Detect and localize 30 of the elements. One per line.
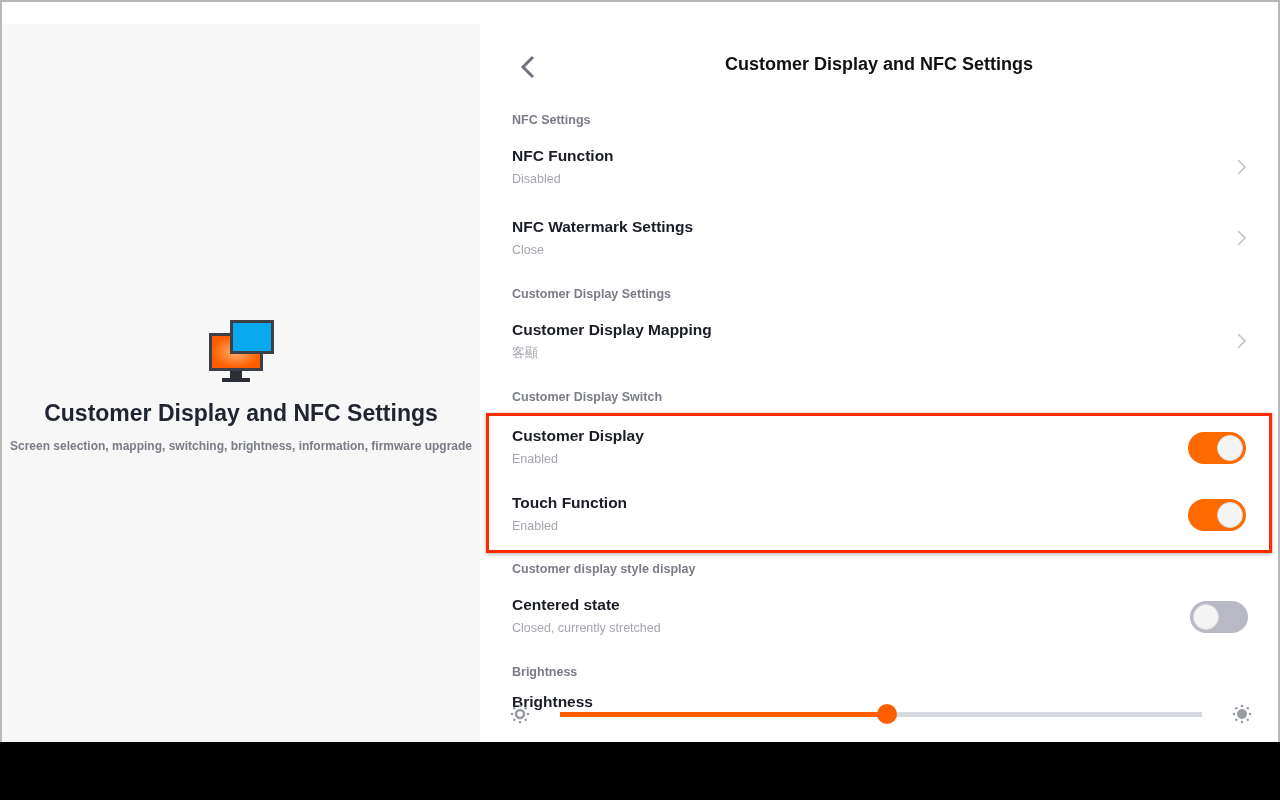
setting-value: 客顯 xyxy=(512,345,539,362)
setting-title: Brightness xyxy=(512,692,593,712)
toggle-switch[interactable] xyxy=(1188,499,1246,531)
setting-value: Closed, currently stretched xyxy=(512,620,662,637)
page-title: Customer Display and NFC Settings xyxy=(724,52,1034,76)
setting-title: NFC Watermark Settings xyxy=(512,217,695,237)
back-icon xyxy=(520,54,536,79)
section-heading: NFC Settings xyxy=(511,112,592,129)
chevron-right-icon[interactable] xyxy=(1236,333,1246,349)
section-heading: Brightness xyxy=(511,664,579,681)
toggle-switch[interactable] xyxy=(1188,432,1246,464)
chevron-right-icon[interactable] xyxy=(1236,159,1246,175)
setting-title: Customer Display xyxy=(512,426,645,446)
setting-title: Touch Function xyxy=(512,493,629,513)
section-heading: Customer Display Switch xyxy=(511,389,664,406)
bright-sun-icon xyxy=(1232,704,1252,724)
intro-subtitle: Screen selection, mapping, switching, brightness, information, firmware upgrade xyxy=(9,437,473,455)
toggle-switch[interactable] xyxy=(1190,601,1248,633)
setting-value: Close xyxy=(512,242,545,259)
setting-value: Disabled xyxy=(512,171,562,188)
chevron-right-icon[interactable] xyxy=(1236,230,1246,246)
setting-title: NFC Function xyxy=(512,146,615,166)
section-heading: Customer display style display xyxy=(511,561,697,578)
setting-value: Enabled xyxy=(512,451,559,468)
setting-title: Centered state xyxy=(512,595,621,615)
section-heading: Customer Display Settings xyxy=(511,286,673,303)
intro-title: Customer Display and NFC Settings xyxy=(44,399,438,428)
setting-value: Enabled xyxy=(512,518,559,535)
setting-title: Customer Display Mapping xyxy=(512,320,713,340)
slider-thumb[interactable] xyxy=(877,703,898,724)
